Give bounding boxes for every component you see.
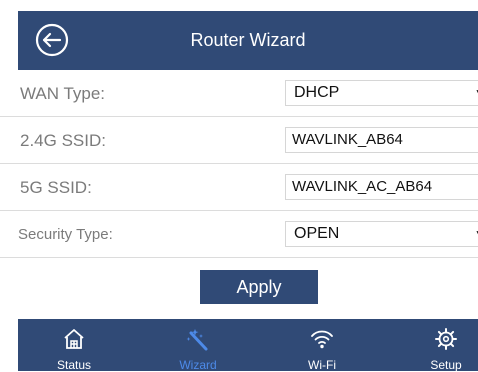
dropdown-arrow-icon: ▼ bbox=[474, 81, 478, 105]
security-type-row: Security Type: OPEN ▼ bbox=[0, 211, 478, 258]
security-type-select[interactable]: OPEN ▼ bbox=[285, 221, 478, 247]
divider bbox=[0, 257, 478, 258]
apply-button[interactable]: Apply bbox=[200, 270, 318, 304]
wan-type-label: WAN Type: bbox=[20, 84, 106, 103]
magic-wand-icon bbox=[186, 329, 208, 351]
wan-type-select[interactable]: DHCP ▼ bbox=[285, 80, 478, 106]
ssid-24g-label: 2.4G SSID: bbox=[20, 131, 106, 150]
house-icon bbox=[64, 329, 84, 349]
tab-setup-label: Setup bbox=[430, 358, 462, 372]
tab-status[interactable]: Status bbox=[42, 319, 106, 372]
gear-icon bbox=[435, 328, 457, 350]
bottom-tab-bar: Status Wizard Wi-Fi Setup bbox=[18, 319, 478, 372]
header-bar: Router Wizard bbox=[18, 11, 478, 70]
ssid-5g-row: 5G SSID: WAVLINK_AC_AB64 bbox=[0, 164, 478, 211]
security-type-value: OPEN bbox=[294, 225, 340, 242]
ssid-24g-input[interactable]: WAVLINK_AB64 bbox=[285, 127, 478, 153]
ssid-24g-row: 2.4G SSID: WAVLINK_AB64 bbox=[0, 117, 478, 164]
wan-type-row: WAN Type: DHCP ▼ bbox=[0, 70, 478, 117]
page-title: Router Wizard bbox=[190, 30, 306, 50]
tab-wizard-label: Wizard bbox=[179, 358, 217, 372]
tab-setup[interactable]: Setup bbox=[414, 319, 478, 372]
security-type-label: Security Type: bbox=[18, 226, 113, 243]
wifi-icon bbox=[311, 330, 333, 349]
tab-wizard[interactable]: Wizard bbox=[166, 319, 230, 372]
ssid-5g-input[interactable]: WAVLINK_AC_AB64 bbox=[285, 174, 478, 200]
tab-wifi[interactable]: Wi-Fi bbox=[290, 319, 354, 372]
wan-type-value: DHCP bbox=[294, 84, 340, 101]
ssid-5g-label: 5G SSID: bbox=[20, 178, 92, 197]
tab-status-label: Status bbox=[56, 358, 92, 372]
tab-wifi-label: Wi-Fi bbox=[308, 358, 336, 372]
dropdown-arrow-icon: ▼ bbox=[474, 222, 478, 246]
